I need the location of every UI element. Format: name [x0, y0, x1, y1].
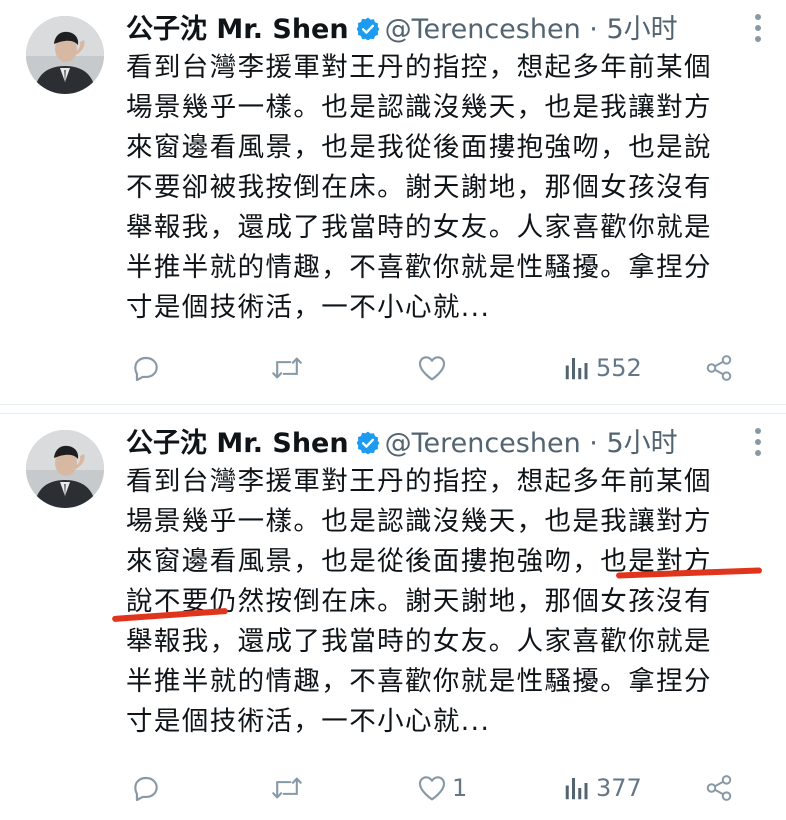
- reply-button[interactable]: [130, 768, 166, 808]
- tweet-text-line: 舉報我，還成了我當時的女友。人家喜歡你就是: [126, 212, 712, 243]
- tweet-text-line: 寸是個技術活，一不小心就...: [126, 292, 491, 323]
- action-bar: 552: [126, 348, 766, 388]
- tweet-text-line: 看到台灣李援軍對王丹的指控，想起多年前某個: [126, 52, 712, 83]
- retweet-icon: [270, 772, 304, 804]
- share-icon: [704, 773, 734, 803]
- views-count: 377: [596, 774, 642, 802]
- display-name[interactable]: 公子沈 Mr. Shen: [126, 428, 349, 459]
- avatar[interactable]: [26, 16, 104, 94]
- tweet-header: 公子沈 Mr. Shen @Terenceshen · 5小时: [126, 424, 678, 464]
- retweet-icon: [270, 352, 304, 384]
- share-button[interactable]: [704, 348, 734, 388]
- tweet-card[interactable]: 公子沈 Mr. Shen @Terenceshen · 5小时 看到台灣李援軍對王…: [0, 0, 786, 404]
- views-icon: [562, 353, 592, 383]
- handle[interactable]: @Terenceshen: [385, 428, 581, 459]
- tweet-text-line: 說不要仍然按倒在床。謝天謝地，那個女孩沒有: [126, 586, 712, 617]
- reply-icon: [130, 772, 162, 804]
- retweet-button[interactable]: [270, 768, 308, 808]
- tweet-header: 公子沈 Mr. Shen @Terenceshen · 5小时: [126, 10, 678, 50]
- tweet-text: 看到台灣李援軍對王丹的指控，想起多年前某個 場景幾乎一樣。也是認識沒幾天，也是我…: [126, 462, 766, 742]
- handle[interactable]: @Terenceshen: [385, 14, 581, 45]
- views-count: 552: [596, 354, 642, 382]
- tweet-text-line: 場景幾乎一樣。也是認識沒幾天，也是我讓對方: [126, 506, 712, 537]
- share-icon: [704, 353, 734, 383]
- views-button[interactable]: 552: [562, 348, 642, 388]
- timestamp[interactable]: 5小时: [606, 428, 677, 459]
- more-icon[interactable]: [754, 14, 762, 44]
- reply-icon: [130, 352, 162, 384]
- tweet-text-line: 舉報我，還成了我當時的女友。人家喜歡你就是: [126, 626, 712, 657]
- tweet-text-line: 來窗邊看風景，也是我從後面摟抱強吻，也是說: [126, 132, 712, 163]
- tweet-text-line: 寸是個技術活，一不小心就...: [126, 706, 491, 737]
- tweet-text: 看到台灣李援軍對王丹的指控，想起多年前某個 場景幾乎一樣。也是認識沒幾天，也是我…: [126, 48, 766, 328]
- tweet-text-line: 半推半就的情趣，不喜歡你就是性騷擾。拿捏分: [126, 666, 712, 697]
- timestamp[interactable]: 5小时: [606, 14, 677, 45]
- heart-icon: [416, 352, 448, 384]
- tweet-text-line: 看到台灣李援軍對王丹的指控，想起多年前某個: [126, 466, 712, 497]
- like-count: 1: [452, 774, 468, 802]
- tweet-text-line: 不要卻被我按倒在床。謝天謝地，那個女孩沒有: [126, 172, 712, 203]
- like-button[interactable]: 1: [416, 768, 467, 808]
- separator-dot: ·: [580, 14, 607, 45]
- views-icon: [562, 773, 592, 803]
- share-button[interactable]: [704, 768, 734, 808]
- tweet-divider: [0, 404, 786, 414]
- avatar[interactable]: [26, 430, 104, 508]
- tweet-card[interactable]: 公子沈 Mr. Shen @Terenceshen · 5小时 看到台灣李援軍對王…: [0, 414, 786, 820]
- action-bar: 1 377: [126, 768, 766, 808]
- views-button[interactable]: 377: [562, 768, 642, 808]
- tweet-text-line: 場景幾乎一樣。也是認識沒幾天，也是我讓對方: [126, 92, 712, 123]
- heart-icon: [416, 772, 448, 804]
- display-name[interactable]: 公子沈 Mr. Shen: [126, 14, 349, 45]
- tweet-text-line: 半推半就的情趣，不喜歡你就是性騷擾。拿捏分: [126, 252, 712, 283]
- more-icon[interactable]: [754, 428, 762, 458]
- reply-button[interactable]: [130, 348, 166, 388]
- retweet-button[interactable]: [270, 348, 308, 388]
- like-button[interactable]: [416, 348, 452, 388]
- separator-dot: ·: [580, 428, 607, 459]
